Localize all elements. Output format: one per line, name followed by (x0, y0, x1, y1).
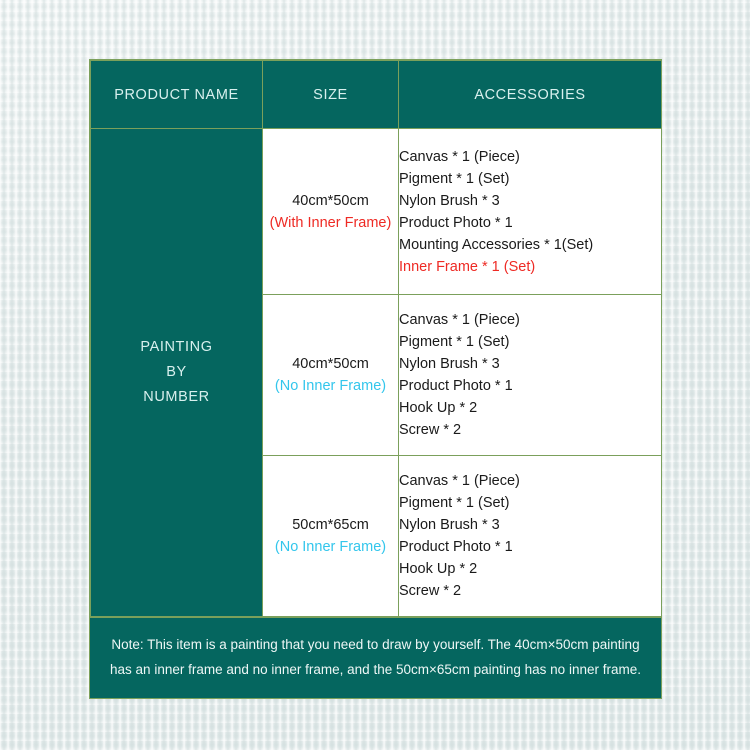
accessory-item: Pigment * 1 (Set) (399, 334, 510, 350)
page-root: PRODUCT NAME SIZE ACCESSORIES PAINTING B… (0, 0, 750, 750)
accessory-item: Screw * 2 (399, 422, 462, 438)
size-frame-note: (No Inner Frame) (274, 378, 387, 394)
product-name-line-1: PAINTING (140, 339, 213, 355)
accessory-item: Product Photo * 1 (399, 378, 513, 394)
product-name-line-3: NUMBER (143, 389, 210, 405)
column-header-accessories: ACCESSORIES (398, 60, 662, 129)
accessory-item: Product Photo * 1 (399, 214, 513, 231)
size-cell: 40cm*50cm (With Inner Frame) (262, 128, 399, 295)
product-spec-table: PRODUCT NAME SIZE ACCESSORIES PAINTING B… (90, 60, 662, 617)
accessory-item: Nylon Brush * 3 (399, 192, 500, 209)
product-spec-table-card: PRODUCT NAME SIZE ACCESSORIES PAINTING B… (89, 59, 662, 699)
table-header: PRODUCT NAME SIZE ACCESSORIES (90, 60, 662, 129)
accessory-item: Product Photo * 1 (399, 539, 513, 555)
accessory-item: Canvas * 1 (Piece) (399, 148, 520, 165)
column-header-size: SIZE (262, 60, 399, 129)
accessories-cell: Canvas * 1 (Piece) Pigment * 1 (Set) Nyl… (398, 455, 662, 617)
product-name-cell: PAINTING BY NUMBER (90, 128, 263, 617)
accessory-item: Nylon Brush * 3 (399, 517, 500, 533)
size-frame-note: (No Inner Frame) (274, 539, 387, 555)
note-line-2: has an inner frame and no inner frame, a… (110, 662, 641, 677)
accessory-item: Nylon Brush * 3 (399, 356, 500, 372)
accessory-item: Canvas * 1 (Piece) (399, 312, 520, 328)
size-frame-note: (With Inner Frame) (269, 214, 392, 231)
size-cell: 40cm*50cm (No Inner Frame) (262, 294, 399, 456)
note-footer: Note: This item is a painting that you n… (90, 617, 661, 698)
accessory-item: Hook Up * 2 (399, 400, 478, 416)
accessory-item-highlighted: Inner Frame * 1 (Set) (399, 258, 536, 275)
size-cell: 50cm*65cm (No Inner Frame) (262, 455, 399, 617)
table-body: PAINTING BY NUMBER 40cm*50cm (With Inner… (90, 128, 662, 617)
accessories-cell: Canvas * 1 (Piece) Pigment * 1 (Set) Nyl… (398, 294, 662, 456)
size-dimension: 40cm*50cm (292, 192, 369, 209)
size-dimension: 50cm*65cm (292, 517, 369, 533)
accessory-item: Canvas * 1 (Piece) (399, 473, 520, 489)
product-name-line-2: BY (166, 364, 187, 380)
accessory-item: Screw * 2 (399, 583, 462, 599)
accessory-item: Hook Up * 2 (399, 561, 478, 577)
table-header-row: PRODUCT NAME SIZE ACCESSORIES (90, 60, 662, 129)
size-dimension: 40cm*50cm (292, 356, 369, 372)
column-header-product-name: PRODUCT NAME (90, 60, 263, 129)
accessory-item: Pigment * 1 (Set) (399, 170, 510, 187)
accessories-cell: Canvas * 1 (Piece) Pigment * 1 (Set) Nyl… (398, 128, 662, 295)
accessory-item: Pigment * 1 (Set) (399, 495, 510, 511)
accessory-item: Mounting Accessories * 1(Set) (399, 236, 594, 253)
note-line-1: Note: This item is a painting that you n… (111, 637, 640, 652)
table-row: PAINTING BY NUMBER 40cm*50cm (With Inner… (90, 128, 662, 617)
